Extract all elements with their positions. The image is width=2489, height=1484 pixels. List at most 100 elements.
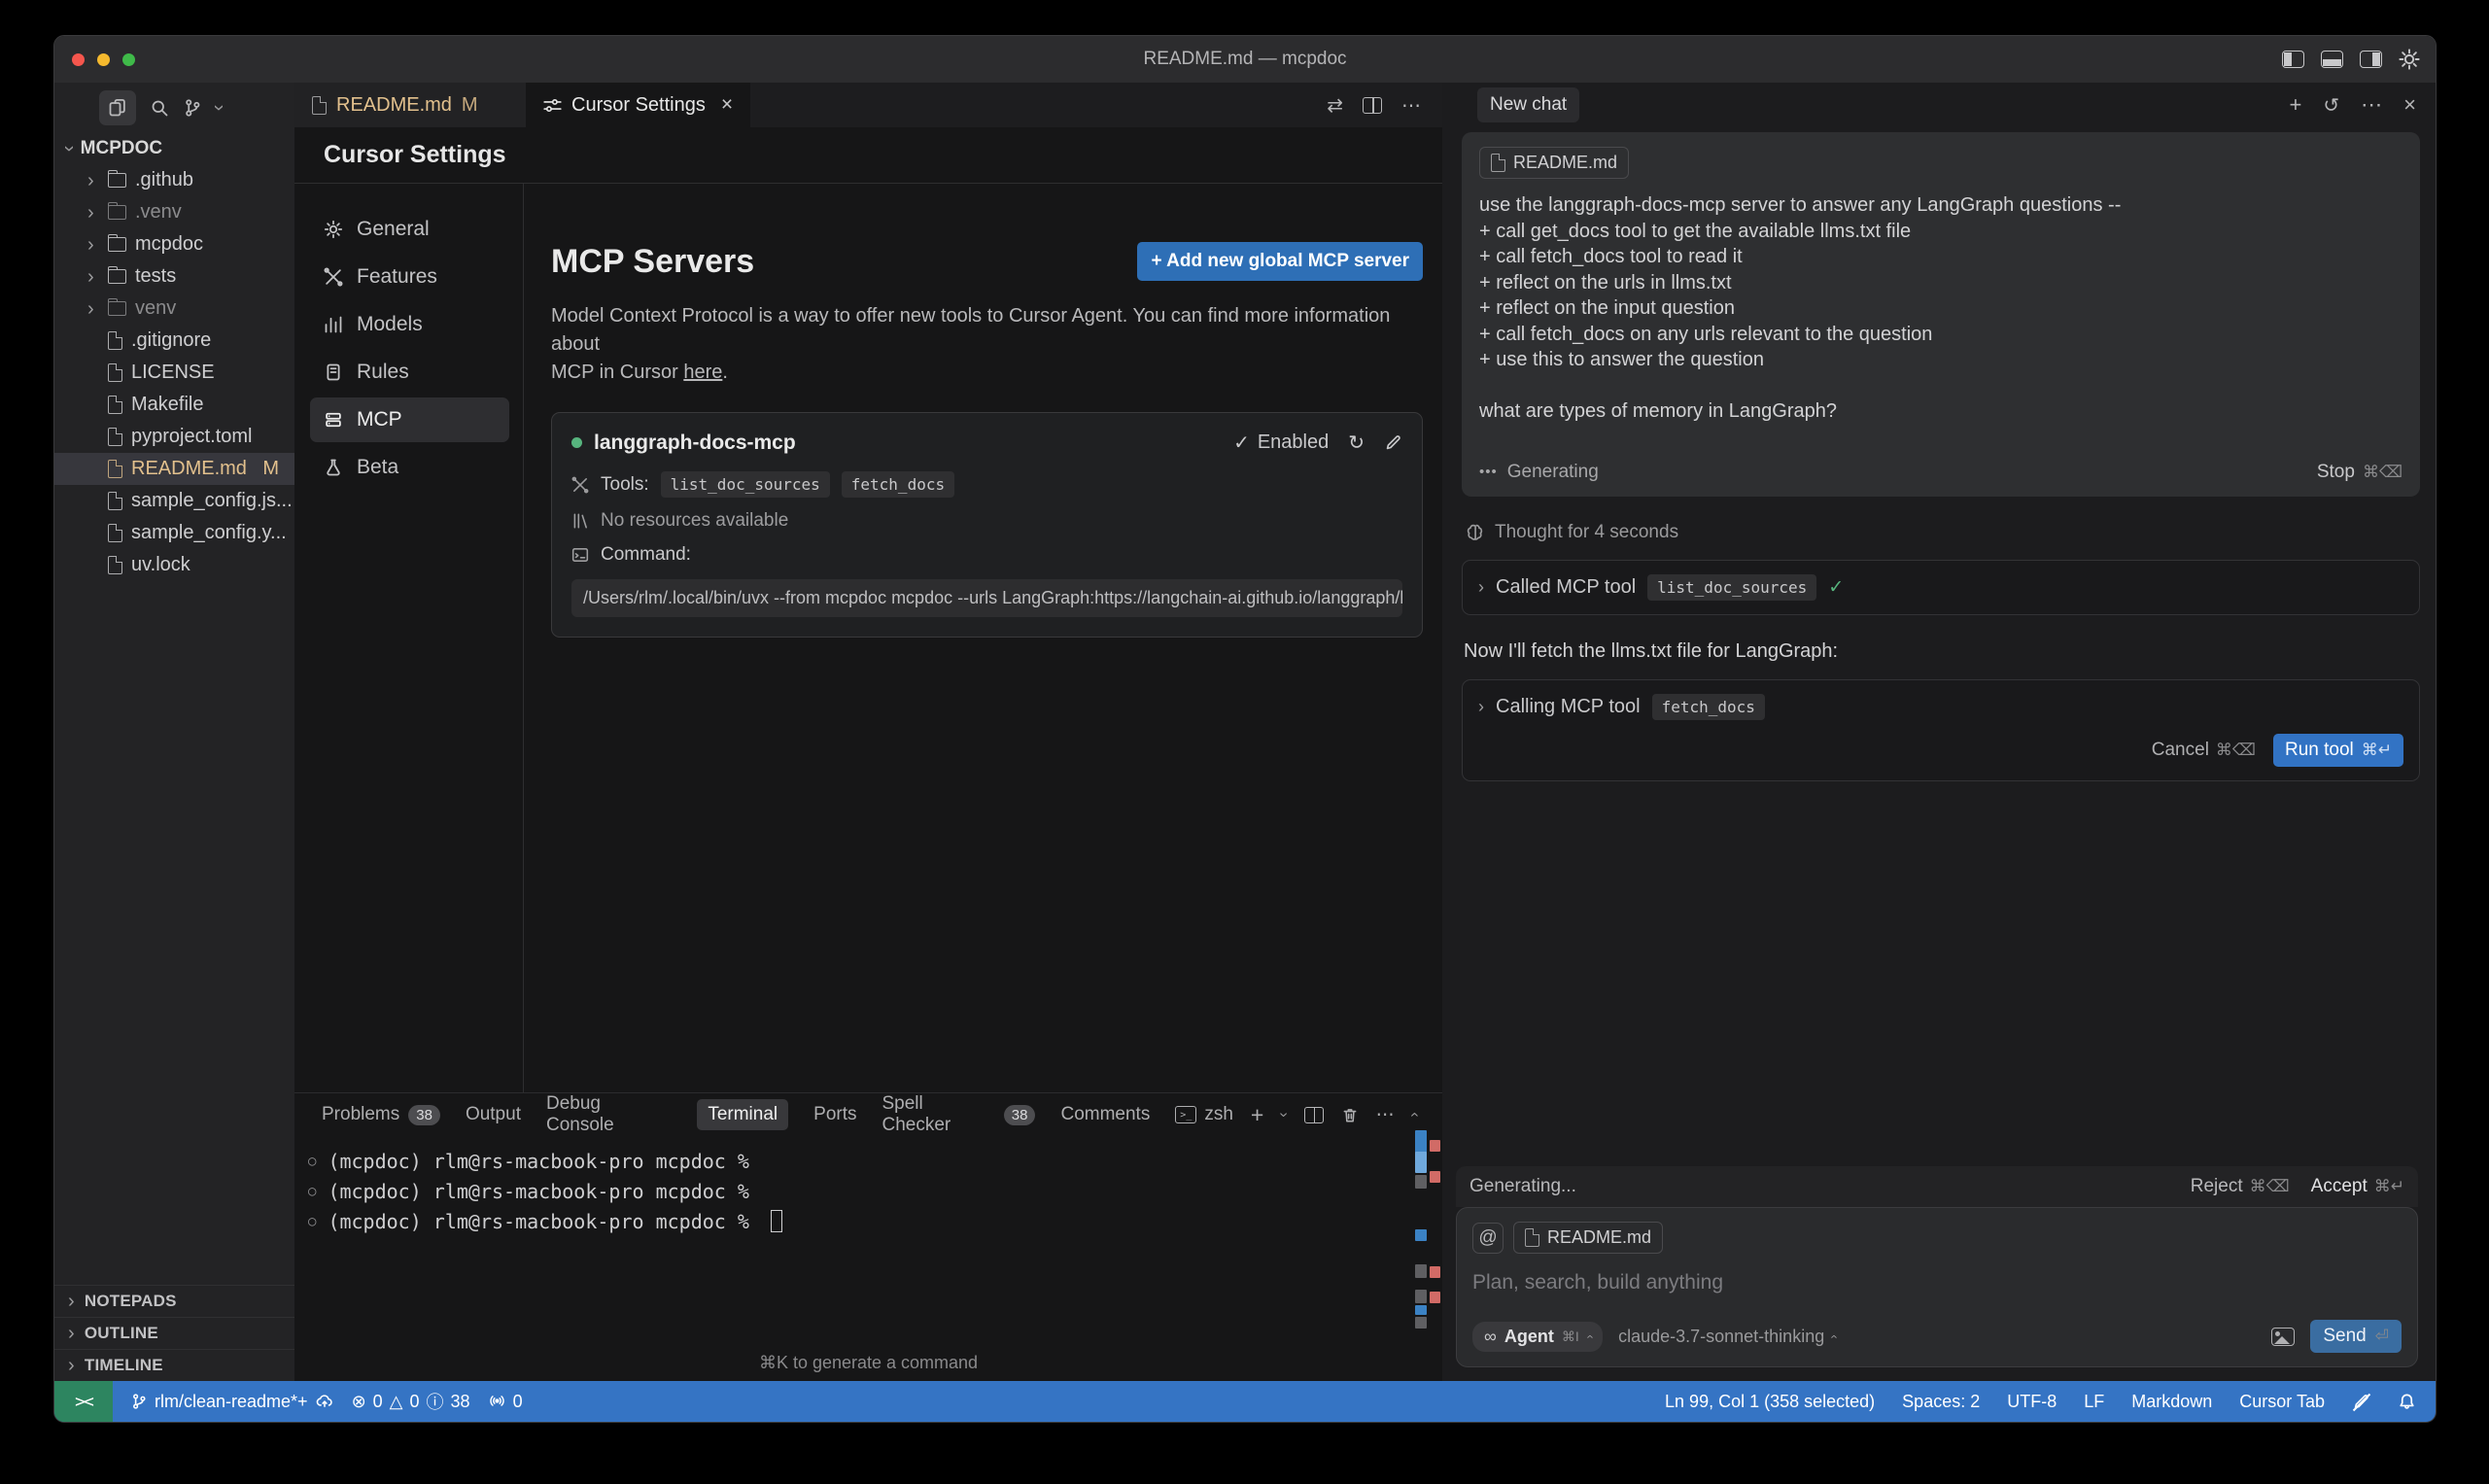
close-window-button[interactable] [72, 53, 85, 66]
terminal-dropdown-chevron-icon[interactable]: › [1276, 1112, 1292, 1117]
toggle-panel-icon[interactable] [2321, 51, 2343, 68]
new-chat-icon[interactable]: + [2290, 92, 2302, 118]
chat-input-box[interactable]: @ README.md Plan, search, build anything… [1456, 1207, 2418, 1367]
panel-tab-output[interactable]: Output [466, 1104, 521, 1125]
called-tool-card[interactable]: › Called MCP tool list_doc_sources ✓ [1462, 560, 2420, 615]
command-input[interactable]: /Users/rlm/.local/bin/uvx --from mcpdoc … [571, 579, 1402, 617]
notifications-bell-icon[interactable] [2398, 1393, 2416, 1411]
tree-item-folder[interactable]: ›.github [54, 164, 294, 196]
settings-nav-beta[interactable]: Beta [310, 445, 509, 490]
remote-indicator[interactable]: >< [54, 1381, 113, 1422]
tree-item-file[interactable]: pyproject.toml [54, 421, 294, 453]
tool-chip[interactable]: fetch_docs [842, 471, 954, 498]
tree-item-file-selected[interactable]: README.mdM [54, 453, 294, 485]
panel-tab-problems[interactable]: Problems38 [322, 1104, 440, 1125]
panel-tab-ports[interactable]: Ports [813, 1104, 856, 1125]
tree-item-file[interactable]: uv.lock [54, 549, 294, 581]
language-mode-status[interactable]: Markdown [2131, 1392, 2212, 1412]
tab-modified-badge: M [462, 94, 478, 117]
chat-input-placeholder[interactable]: Plan, search, build anything [1472, 1271, 2402, 1294]
reject-button[interactable]: Reject⌘⌫ [2191, 1176, 2290, 1197]
more-views-chevron-icon[interactable]: › [209, 105, 228, 112]
tree-item-folder[interactable]: ›mcpdoc [54, 228, 294, 260]
sync-cloud-icon[interactable] [315, 1393, 334, 1410]
cursor-tab-status[interactable]: Cursor Tab [2239, 1392, 2325, 1412]
stop-button[interactable]: Stop⌘⌫ [2317, 462, 2403, 483]
edit-server-icon[interactable] [1384, 433, 1402, 452]
search-icon[interactable] [150, 98, 169, 118]
attach-image-icon[interactable] [2271, 1328, 2295, 1346]
tree-item-folder[interactable]: ›tests [54, 260, 294, 293]
cursor-position-status[interactable]: Ln 99, Col 1 (358 selected) [1665, 1392, 1875, 1412]
source-control-icon[interactable] [183, 98, 202, 118]
accept-button[interactable]: Accept⌘↵ [2311, 1176, 2404, 1197]
panel-tab-comments[interactable]: Comments [1060, 1104, 1150, 1125]
chat-tab-new-chat[interactable]: New chat [1477, 87, 1579, 122]
cancel-tool-button[interactable]: Cancel⌘⌫ [2152, 740, 2256, 761]
tree-item-folder[interactable]: ›.venv [54, 196, 294, 228]
problems-status[interactable]: ⊗0 △0 ⓘ38 [352, 1389, 470, 1414]
tree-item-file[interactable]: .gitignore [54, 325, 294, 357]
agent-mode-selector[interactable]: ∞ Agent ⌘I › [1472, 1322, 1603, 1352]
eol-status[interactable]: LF [2084, 1392, 2104, 1412]
toggle-secondary-sidebar-icon[interactable] [2360, 51, 2382, 68]
settings-nav-models[interactable]: Models [310, 302, 509, 347]
sidebar-section-timeline[interactable]: ›TIMELINE [54, 1349, 294, 1381]
tree-item-file[interactable]: sample_config.y... [54, 517, 294, 549]
panel-tab-debug-console[interactable]: Debug Console [546, 1093, 672, 1136]
settings-nav-features[interactable]: Features [310, 255, 509, 299]
tab-readme[interactable]: README.md M [294, 83, 526, 127]
settings-gear-icon[interactable] [2399, 49, 2420, 70]
model-selector[interactable]: claude-3.7-sonnet-thinking › [1618, 1327, 1835, 1347]
send-button[interactable]: Send⏎ [2310, 1320, 2402, 1353]
settings-nav-rules[interactable]: Rules [310, 350, 509, 395]
server-enabled-toggle[interactable]: ✓Enabled [1233, 431, 1329, 455]
chat-history-icon[interactable]: ↺ [2323, 93, 2339, 118]
split-terminal-icon[interactable] [1304, 1107, 1324, 1123]
explorer-view-icon[interactable] [99, 90, 136, 125]
terminal-body[interactable]: ○(mcpdoc) rlm@rs-macbook-pro mcpdoc % ○(… [294, 1136, 1442, 1236]
context-file-pill[interactable]: README.md [1479, 147, 1629, 179]
expand-chevron-icon[interactable]: › [1478, 698, 1484, 715]
refresh-server-icon[interactable]: ↻ [1348, 431, 1365, 455]
expand-chevron-icon[interactable]: › [1478, 578, 1484, 596]
kill-terminal-icon[interactable] [1341, 1106, 1359, 1124]
shell-selector[interactable]: >_ zsh [1175, 1104, 1233, 1125]
toggle-primary-sidebar-icon[interactable] [2282, 51, 2304, 68]
edit-disabled-icon[interactable] [2352, 1393, 2370, 1411]
mcp-server-card: langgraph-docs-mcp ✓Enabled ↻ [551, 412, 1423, 638]
run-tool-button[interactable]: Run tool⌘↵ [2273, 734, 2403, 767]
panel-tab-spell-checker[interactable]: Spell Checker38 [882, 1093, 1036, 1136]
explorer-root-row[interactable]: › MCPDOC [54, 133, 294, 164]
tree-item-file[interactable]: Makefile [54, 389, 294, 421]
chat-more-icon[interactable]: ⋯ [2361, 92, 2382, 118]
add-context-button[interactable]: @ [1472, 1223, 1504, 1254]
add-mcp-server-button[interactable]: + Add new global MCP server [1137, 242, 1423, 281]
settings-nav-mcp[interactable]: MCP [310, 397, 509, 442]
context-file-pill[interactable]: README.md [1513, 1222, 1663, 1254]
tree-item-folder[interactable]: ›venv [54, 293, 294, 325]
terminal-more-actions-icon[interactable]: ⋯ [1376, 1104, 1395, 1126]
git-branch-status[interactable]: rlm/clean-readme*+ [130, 1392, 334, 1412]
minimize-window-button[interactable] [97, 53, 110, 66]
close-chat-icon[interactable]: × [2403, 92, 2416, 118]
close-tab-icon[interactable]: × [721, 93, 733, 117]
zoom-window-button[interactable] [122, 53, 135, 66]
mcp-docs-link[interactable]: here [683, 362, 722, 383]
editor-more-actions-icon[interactable]: ⋯ [1401, 93, 1421, 118]
thought-duration[interactable]: Thought for 4 seconds [1466, 522, 2436, 543]
encoding-status[interactable]: UTF-8 [2007, 1392, 2057, 1412]
tree-item-file[interactable]: LICENSE [54, 357, 294, 389]
panel-tab-terminal[interactable]: Terminal [697, 1099, 788, 1130]
split-editor-icon[interactable] [1363, 97, 1382, 114]
sidebar-section-outline[interactable]: ›OUTLINE [54, 1317, 294, 1349]
compare-changes-icon[interactable]: ⇄ [1327, 93, 1343, 118]
indentation-status[interactable]: Spaces: 2 [1902, 1392, 1980, 1412]
tool-chip[interactable]: list_doc_sources [661, 471, 830, 498]
new-terminal-icon[interactable]: + [1251, 1102, 1263, 1128]
sidebar-section-notepads[interactable]: ›NOTEPADS [54, 1285, 294, 1317]
tab-cursor-settings[interactable]: Cursor Settings × [526, 83, 750, 127]
tree-item-file[interactable]: sample_config.js... [54, 485, 294, 517]
settings-nav-general[interactable]: General [310, 207, 509, 252]
ports-status[interactable]: 0 [488, 1392, 523, 1412]
